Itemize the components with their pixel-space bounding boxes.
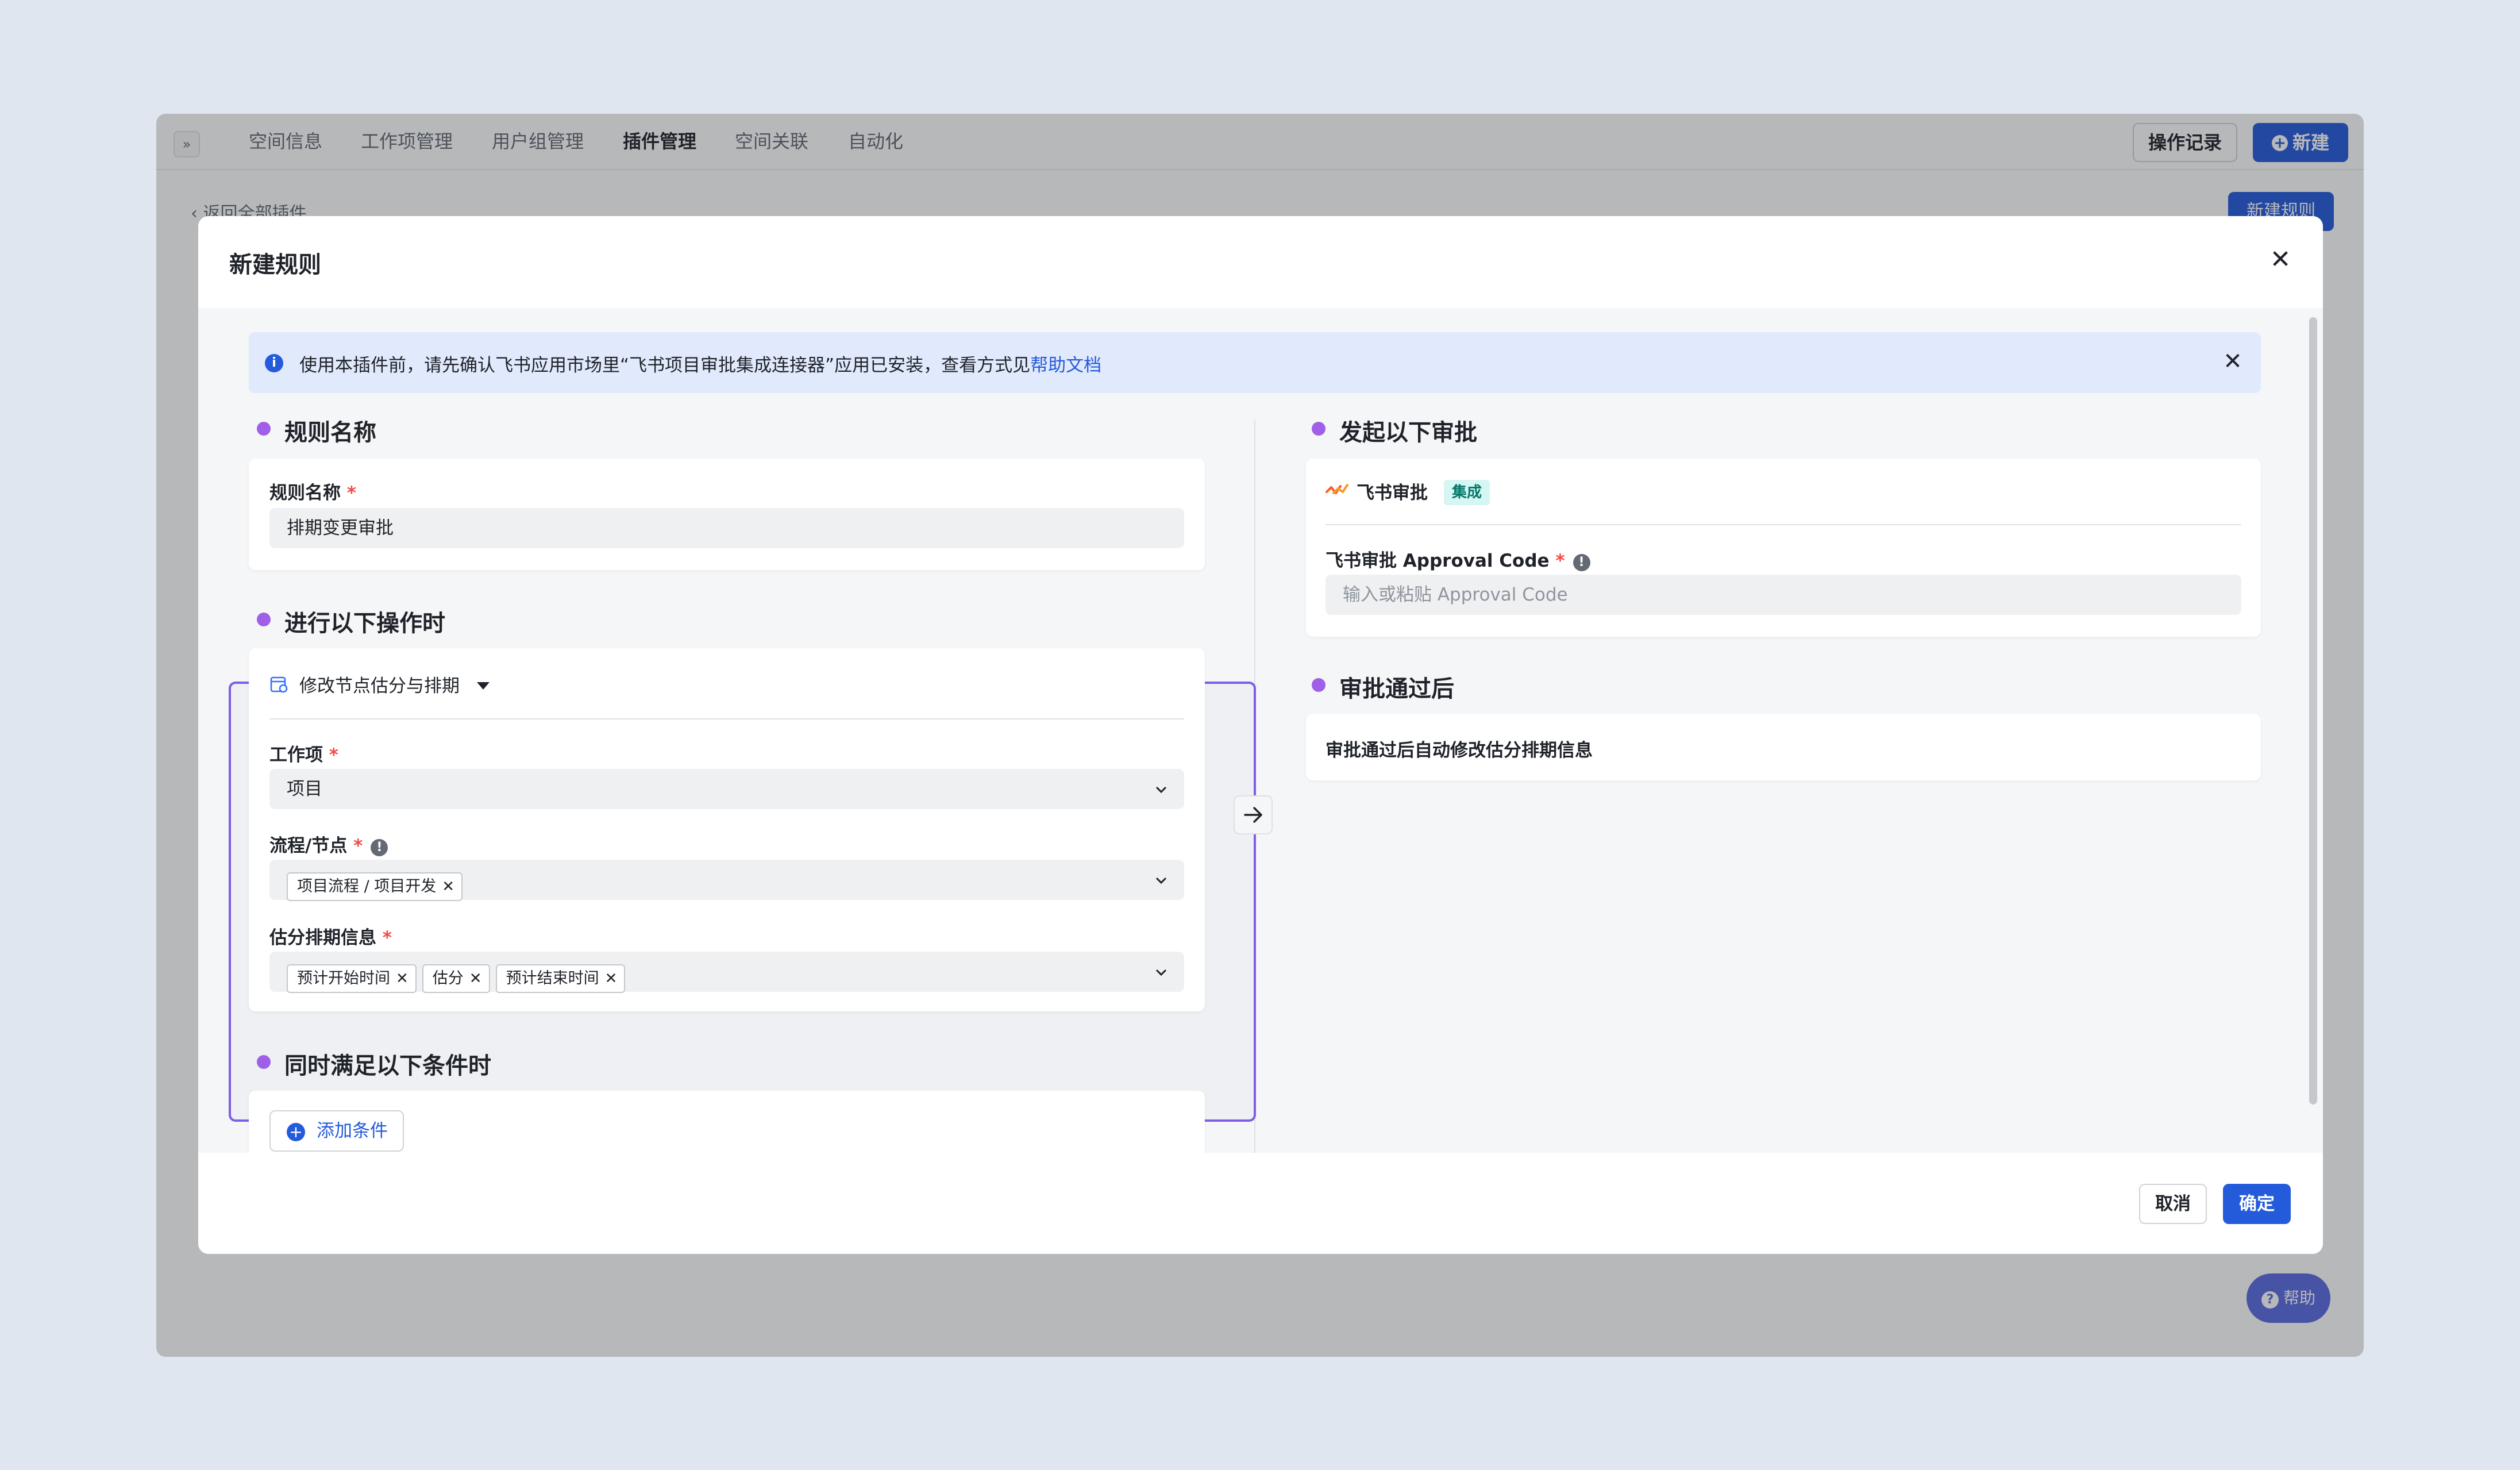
tag-label: 估分: [432, 969, 464, 987]
approval-app: 飞书审批 集成: [1357, 478, 1490, 505]
tag-chip: 项目流程 / 项目开发 ✕: [287, 872, 463, 901]
tag-label: 项目流程 / 项目开发: [297, 877, 437, 895]
approval-code-label: 飞书审批 Approval Code *!: [1325, 546, 1590, 572]
approval-app-name: 飞书审批: [1357, 483, 1428, 503]
install-notice: i 使用本插件前，请先确认飞书应用市场里“飞书项目审批集成连接器”应用已安装，查…: [249, 332, 2261, 393]
operation-select[interactable]: 修改节点估分与排期: [299, 671, 490, 697]
chevron-down-icon: [1155, 786, 1167, 794]
work-item-select[interactable]: 项目: [269, 769, 1184, 809]
dialog-footer: 取消 确定: [198, 1153, 2323, 1254]
approval-code-input[interactable]: 输入或粘贴 Approval Code: [1325, 575, 2241, 615]
tag-remove-icon[interactable]: ✕: [605, 970, 618, 987]
calendar-edit-icon: [270, 676, 288, 693]
dismiss-notice-icon[interactable]: ✕: [2218, 347, 2247, 376]
tag-label: 预计开始时间: [297, 969, 390, 987]
estimate-tags: 预计开始时间 ✕ 估分 ✕ 预计结束时间 ✕: [287, 957, 631, 998]
add-condition-button[interactable]: + 添加条件: [269, 1110, 404, 1152]
flow-node-select[interactable]: 项目流程 / 项目开发 ✕: [269, 860, 1184, 901]
section-dot: [257, 1055, 271, 1069]
integration-badge: 集成: [1444, 480, 1490, 505]
caret-down-icon: [477, 682, 490, 690]
approval-card: 飞书审批 集成 飞书审批 Approval Code *! 输入或粘贴 Appro…: [1306, 459, 2261, 637]
notice-message: 使用本插件前，请先确认飞书应用市场里“飞书项目审批集成连接器”应用已安装，查看方…: [299, 355, 1031, 376]
tag-remove-icon[interactable]: ✕: [469, 970, 482, 987]
tip-icon[interactable]: !: [1573, 554, 1590, 571]
dialog-header: 新建规则 ✕: [198, 216, 2323, 308]
arrow-right-icon: [1244, 807, 1262, 823]
confirm-button[interactable]: 确定: [2223, 1184, 2291, 1224]
after-approval-card: 审批通过后自动修改估分排期信息: [1306, 714, 2261, 780]
approval-code-label-text: 飞书审批 Approval Code: [1325, 551, 1550, 571]
flow-arrow: [1234, 795, 1273, 834]
tag-chip: 估分 ✕: [422, 964, 490, 993]
work-item-label-text: 工作项: [269, 745, 323, 765]
tag-chip: 预计结束时间 ✕: [495, 964, 626, 993]
add-condition-label: 添加条件: [317, 1121, 388, 1141]
section-dot: [1312, 422, 1325, 436]
approval-divider: [1325, 524, 2241, 525]
estimate-label: 估分排期信息 *: [269, 923, 392, 949]
flow-node-tags: 项目流程 / 项目开发 ✕: [287, 865, 468, 906]
rule-name-input[interactable]: 排期变更审批: [269, 508, 1184, 548]
flow-node-label: 流程/节点 *!: [269, 831, 388, 857]
new-rule-dialog: 新建规则 ✕ i 使用本插件前，请先确认飞书应用市场里“飞书项目审批集成连接器”…: [198, 216, 2323, 1254]
info-icon: i: [265, 354, 283, 372]
feishu-approval-logo-icon: [1325, 484, 1348, 494]
section-title-conditions: 同时满足以下条件时: [284, 1053, 491, 1079]
rule-name-label: 规则名称 *: [269, 478, 356, 504]
scrollbar[interactable]: [2309, 317, 2317, 1105]
section-dot: [257, 613, 271, 626]
section-dot: [257, 422, 271, 436]
flow-node-label-text: 流程/节点: [269, 836, 348, 856]
rule-name-card: 规则名称 * 排期变更审批: [249, 459, 1205, 570]
help-doc-link[interactable]: 帮助文档: [1030, 355, 1101, 376]
required-mark: *: [329, 745, 339, 765]
estimate-select[interactable]: 预计开始时间 ✕ 估分 ✕ 预计结束时间 ✕: [269, 952, 1184, 993]
section-title-trigger: 进行以下操作时: [284, 610, 445, 637]
tag-chip: 预计开始时间 ✕: [287, 964, 417, 993]
required-mark: *: [382, 928, 392, 948]
section-dot: [1312, 678, 1325, 692]
required-mark: *: [353, 836, 363, 856]
operation-select-value: 修改节点估分与排期: [299, 676, 460, 696]
tip-icon[interactable]: !: [371, 839, 388, 856]
section-title-approval: 发起以下审批: [1339, 420, 1477, 446]
chevron-down-icon: [1155, 969, 1167, 976]
tag-remove-icon[interactable]: ✕: [396, 970, 409, 987]
chevron-down-icon: [1155, 877, 1167, 884]
required-mark: *: [346, 483, 357, 503]
rule-name-label-text: 规则名称: [269, 483, 341, 503]
required-mark: *: [1555, 551, 1565, 571]
estimate-label-text: 估分排期信息: [269, 928, 376, 948]
cancel-button[interactable]: 取消: [2139, 1184, 2207, 1224]
dialog-body: i 使用本插件前，请先确认飞书应用市场里“飞书项目审批集成连接器”应用已安装，查…: [198, 308, 2323, 1153]
dialog-title: 新建规则: [229, 252, 321, 278]
notice-text: 使用本插件前，请先确认飞书应用市场里“飞书项目审批集成连接器”应用已安装，查看方…: [299, 351, 1101, 376]
tag-remove-icon[interactable]: ✕: [442, 878, 454, 895]
plus-circle-icon: +: [287, 1123, 305, 1141]
trigger-divider: [269, 718, 1184, 719]
section-title-after-approval: 审批通过后: [1339, 676, 1454, 702]
work-item-select-value: 项目: [287, 779, 322, 799]
tag-label: 预计结束时间: [506, 969, 599, 987]
close-icon[interactable]: ✕: [2264, 244, 2296, 276]
section-title-rule-name: 规则名称: [284, 420, 376, 446]
work-item-label: 工作项 *: [269, 740, 338, 766]
trigger-card: 修改节点估分与排期 工作项 * 项目 流程/节点 *! 项目流程 / 项目开发 ✕…: [249, 648, 1205, 1011]
after-approval-text: 审批通过后自动修改估分排期信息: [1325, 740, 1593, 761]
